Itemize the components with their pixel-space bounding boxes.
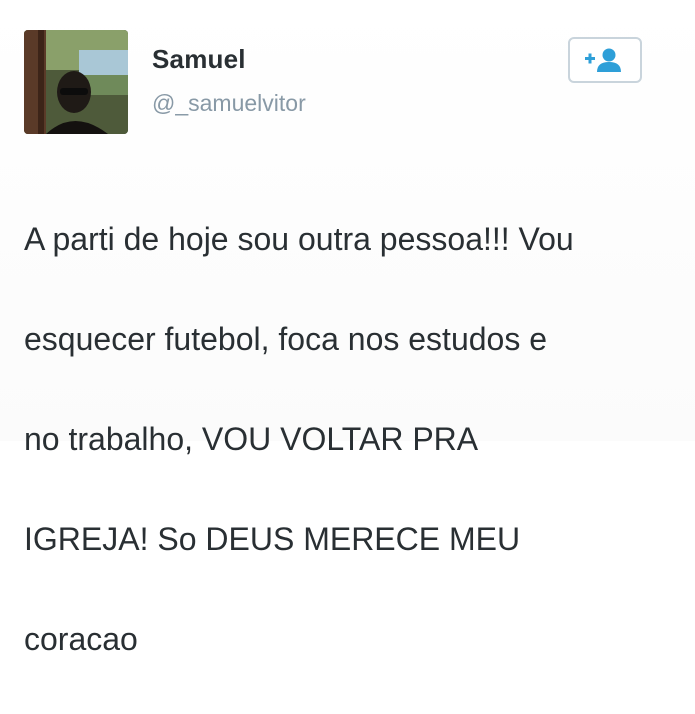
add-user-icon [585, 48, 621, 72]
avatar[interactable] [24, 30, 128, 134]
avatar-photo [24, 30, 128, 134]
tweet-line: coracao [24, 621, 138, 657]
display-name[interactable]: Samuel [152, 44, 246, 75]
tweet-card: Samuel @_samuelvitor A parti de hoje sou… [0, 0, 695, 657]
tweet-text: A parti de hoje sou outra pessoa!!! Vou … [24, 164, 674, 714]
follow-button[interactable] [568, 37, 642, 83]
tweet-line: A parti de hoje sou outra pessoa!!! Vou [24, 221, 574, 257]
tweet-line: no trabalho, VOU VOLTAR PRA [24, 421, 479, 457]
tweet-line: IGREJA! So DEUS MERECE MEU [24, 521, 521, 557]
user-handle[interactable]: @_samuelvitor [152, 90, 306, 117]
tweet-line: esquecer futebol, foca nos estudos e [24, 321, 548, 357]
